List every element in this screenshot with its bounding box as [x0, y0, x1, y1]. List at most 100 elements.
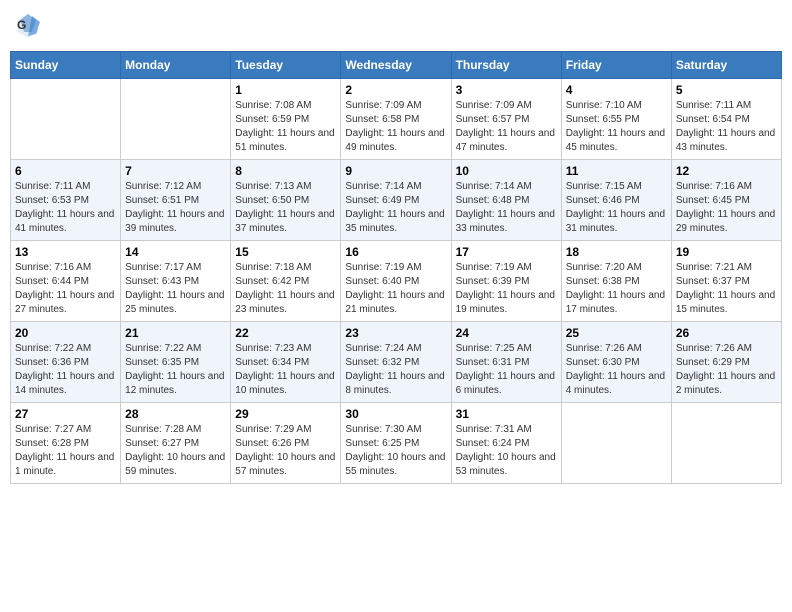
- day-number: 18: [566, 245, 667, 259]
- calendar-cell: 16 Sunrise: 7:19 AMSunset: 6:40 PMDayligh…: [341, 241, 451, 322]
- column-header-sunday: Sunday: [11, 52, 121, 79]
- day-number: 19: [676, 245, 777, 259]
- day-detail: Sunrise: 7:26 AMSunset: 6:29 PMDaylight:…: [676, 342, 777, 398]
- calendar-cell: 3Sunrise: 7:09 AMSunset: 6:57 PMDaylight…: [451, 79, 561, 160]
- day-detail: Sunrise: 7:27 AMSunset: 6:28 PMDaylight:…: [15, 423, 116, 479]
- page-header: G: [10, 10, 782, 43]
- header-row: SundayMondayTuesdayWednesdayThursdayFrid…: [11, 52, 782, 79]
- day-detail: Sunrise: 7:14 AMSunset: 6:49 PMDaylight:…: [345, 180, 446, 236]
- week-row-2: 6 Sunrise: 7:11 AMSunset: 6:53 PMDaylight…: [11, 160, 782, 241]
- calendar-cell: 20 Sunrise: 7:22 AMSunset: 6:36 PMDayligh…: [11, 322, 121, 403]
- day-detail: Sunrise: 7:08 AMSunset: 6:59 PMDaylight:…: [235, 99, 336, 155]
- day-detail: Sunrise: 7:10 AMSunset: 6:55 PMDaylight:…: [566, 99, 667, 155]
- calendar-cell: 11 Sunrise: 7:15 AMSunset: 6:46 PMDayligh…: [561, 160, 671, 241]
- calendar-cell: 28 Sunrise: 7:28 AMSunset: 6:27 PMDayligh…: [121, 403, 231, 484]
- day-detail: Sunrise: 7:11 AMSunset: 6:53 PMDaylight:…: [15, 180, 116, 236]
- day-detail: Sunrise: 7:16 AMSunset: 6:44 PMDaylight:…: [15, 261, 116, 317]
- day-number: 28: [125, 407, 226, 421]
- day-detail: Sunrise: 7:18 AMSunset: 6:42 PMDaylight:…: [235, 261, 336, 317]
- day-number: 25: [566, 326, 667, 340]
- day-number: 11: [566, 164, 667, 178]
- column-header-monday: Monday: [121, 52, 231, 79]
- day-detail: Sunrise: 7:15 AMSunset: 6:46 PMDaylight:…: [566, 180, 667, 236]
- day-detail: Sunrise: 7:14 AMSunset: 6:48 PMDaylight:…: [456, 180, 557, 236]
- calendar-cell: 19 Sunrise: 7:21 AMSunset: 6:37 PMDayligh…: [671, 241, 781, 322]
- calendar-table: SundayMondayTuesdayWednesdayThursdayFrid…: [10, 51, 782, 484]
- calendar-cell: 5Sunrise: 7:11 AMSunset: 6:54 PMDaylight…: [671, 79, 781, 160]
- day-number: 3: [456, 83, 557, 97]
- day-detail: Sunrise: 7:31 AMSunset: 6:24 PMDaylight:…: [456, 423, 557, 479]
- calendar-cell: 23 Sunrise: 7:24 AMSunset: 6:32 PMDayligh…: [341, 322, 451, 403]
- calendar-cell: 27 Sunrise: 7:27 AMSunset: 6:28 PMDayligh…: [11, 403, 121, 484]
- day-number: 17: [456, 245, 557, 259]
- column-header-friday: Friday: [561, 52, 671, 79]
- day-number: 10: [456, 164, 557, 178]
- day-detail: Sunrise: 7:16 AMSunset: 6:45 PMDaylight:…: [676, 180, 777, 236]
- calendar-cell: [671, 403, 781, 484]
- day-number: 13: [15, 245, 116, 259]
- day-detail: Sunrise: 7:20 AMSunset: 6:38 PMDaylight:…: [566, 261, 667, 317]
- day-detail: Sunrise: 7:28 AMSunset: 6:27 PMDaylight:…: [125, 423, 226, 479]
- day-number: 15: [235, 245, 336, 259]
- column-header-saturday: Saturday: [671, 52, 781, 79]
- day-number: 8: [235, 164, 336, 178]
- day-number: 29: [235, 407, 336, 421]
- calendar-cell: 30 Sunrise: 7:30 AMSunset: 6:25 PMDayligh…: [341, 403, 451, 484]
- calendar-cell: 4Sunrise: 7:10 AMSunset: 6:55 PMDaylight…: [561, 79, 671, 160]
- day-detail: Sunrise: 7:11 AMSunset: 6:54 PMDaylight:…: [676, 99, 777, 155]
- column-header-wednesday: Wednesday: [341, 52, 451, 79]
- day-number: 20: [15, 326, 116, 340]
- calendar-cell: 24Sunrise: 7:25 AMSunset: 6:31 PMDayligh…: [451, 322, 561, 403]
- calendar-cell: 31 Sunrise: 7:31 AMSunset: 6:24 PMDayligh…: [451, 403, 561, 484]
- week-row-5: 27 Sunrise: 7:27 AMSunset: 6:28 PMDayligh…: [11, 403, 782, 484]
- day-detail: Sunrise: 7:22 AMSunset: 6:35 PMDaylight:…: [125, 342, 226, 398]
- day-number: 31: [456, 407, 557, 421]
- calendar-cell: 18 Sunrise: 7:20 AMSunset: 6:38 PMDayligh…: [561, 241, 671, 322]
- column-header-thursday: Thursday: [451, 52, 561, 79]
- calendar-cell: 9 Sunrise: 7:14 AMSunset: 6:49 PMDaylight…: [341, 160, 451, 241]
- calendar-cell: 10 Sunrise: 7:14 AMSunset: 6:48 PMDayligh…: [451, 160, 561, 241]
- day-detail: Sunrise: 7:17 AMSunset: 6:43 PMDaylight:…: [125, 261, 226, 317]
- calendar-cell: [11, 79, 121, 160]
- day-detail: Sunrise: 7:29 AMSunset: 6:26 PMDaylight:…: [235, 423, 336, 479]
- day-detail: Sunrise: 7:19 AMSunset: 6:39 PMDaylight:…: [456, 261, 557, 317]
- day-detail: Sunrise: 7:21 AMSunset: 6:37 PMDaylight:…: [676, 261, 777, 317]
- day-detail: Sunrise: 7:19 AMSunset: 6:40 PMDaylight:…: [345, 261, 446, 317]
- day-number: 2: [345, 83, 446, 97]
- day-number: 21: [125, 326, 226, 340]
- day-detail: Sunrise: 7:22 AMSunset: 6:36 PMDaylight:…: [15, 342, 116, 398]
- calendar-cell: 29 Sunrise: 7:29 AMSunset: 6:26 PMDayligh…: [231, 403, 341, 484]
- day-number: 16: [345, 245, 446, 259]
- calendar-cell: 6 Sunrise: 7:11 AMSunset: 6:53 PMDaylight…: [11, 160, 121, 241]
- calendar-cell: 15 Sunrise: 7:18 AMSunset: 6:42 PMDayligh…: [231, 241, 341, 322]
- day-detail: Sunrise: 7:30 AMSunset: 6:25 PMDaylight:…: [345, 423, 446, 479]
- week-row-1: 1 Sunrise: 7:08 AMSunset: 6:59 PMDaylight…: [11, 79, 782, 160]
- calendar-cell: [561, 403, 671, 484]
- calendar-cell: 1 Sunrise: 7:08 AMSunset: 6:59 PMDaylight…: [231, 79, 341, 160]
- logo: G: [14, 10, 46, 43]
- week-row-4: 20 Sunrise: 7:22 AMSunset: 6:36 PMDayligh…: [11, 322, 782, 403]
- day-number: 6: [15, 164, 116, 178]
- day-number: 22: [235, 326, 336, 340]
- day-detail: Sunrise: 7:25 AMSunset: 6:31 PMDaylight:…: [456, 342, 557, 398]
- day-number: 30: [345, 407, 446, 421]
- day-number: 27: [15, 407, 116, 421]
- calendar-cell: 25Sunrise: 7:26 AMSunset: 6:30 PMDayligh…: [561, 322, 671, 403]
- calendar-cell: 8 Sunrise: 7:13 AMSunset: 6:50 PMDaylight…: [231, 160, 341, 241]
- day-number: 1: [235, 83, 336, 97]
- calendar-cell: 26 Sunrise: 7:26 AMSunset: 6:29 PMDayligh…: [671, 322, 781, 403]
- calendar-cell: 12Sunrise: 7:16 AMSunset: 6:45 PMDayligh…: [671, 160, 781, 241]
- calendar-cell: 13 Sunrise: 7:16 AMSunset: 6:44 PMDayligh…: [11, 241, 121, 322]
- day-number: 9: [345, 164, 446, 178]
- column-header-tuesday: Tuesday: [231, 52, 341, 79]
- day-detail: Sunrise: 7:24 AMSunset: 6:32 PMDaylight:…: [345, 342, 446, 398]
- calendar-cell: 14Sunrise: 7:17 AMSunset: 6:43 PMDayligh…: [121, 241, 231, 322]
- day-detail: Sunrise: 7:23 AMSunset: 6:34 PMDaylight:…: [235, 342, 336, 398]
- day-detail: Sunrise: 7:13 AMSunset: 6:50 PMDaylight:…: [235, 180, 336, 236]
- day-number: 23: [345, 326, 446, 340]
- day-number: 26: [676, 326, 777, 340]
- day-number: 7: [125, 164, 226, 178]
- calendar-cell: 22 Sunrise: 7:23 AMSunset: 6:34 PMDayligh…: [231, 322, 341, 403]
- calendar-cell: 21 Sunrise: 7:22 AMSunset: 6:35 PMDayligh…: [121, 322, 231, 403]
- calendar-cell: 17 Sunrise: 7:19 AMSunset: 6:39 PMDayligh…: [451, 241, 561, 322]
